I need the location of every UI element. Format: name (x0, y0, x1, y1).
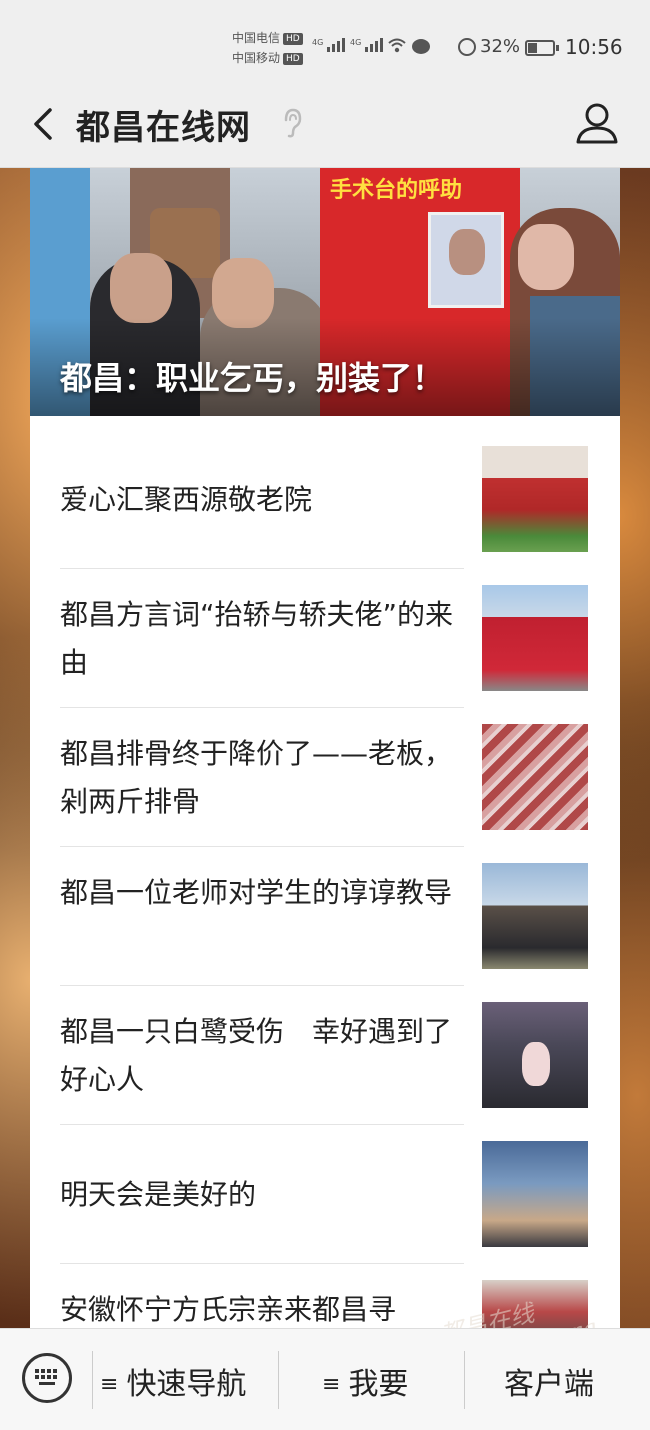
carrier-info: 中国电信 HD 中国移动 HD (232, 28, 303, 68)
nav-bar: 都昌在线网 (0, 80, 650, 168)
news-title: 都昌一位老师对学生的谆谆教导 (60, 876, 453, 909)
hero-banner[interactable]: 手术台的呼助 都昌：职业乞丐，别装了！ (30, 168, 620, 416)
news-thumbnail (482, 724, 588, 830)
divider (278, 1351, 279, 1409)
signal-icon: 4G (350, 38, 384, 52)
list-item[interactable]: 都昌方言词“抬轿与轿夫佬”的来由 (30, 569, 620, 708)
news-title: 爱心汇聚西源敬老院 (60, 483, 313, 516)
news-list: 爱心汇聚西源敬老院 都昌方言词“抬轿与轿夫佬”的来由 都昌排骨终于降价了——老板… (30, 430, 620, 1328)
hd-badge: HD (283, 53, 303, 65)
portrait-photo (428, 212, 504, 308)
client-button[interactable]: 客户端 (504, 1359, 594, 1403)
clock: 10:56 (565, 35, 623, 59)
signal-icon: 4G (312, 38, 346, 52)
want-label: 我要 (348, 1367, 409, 1402)
divider (92, 1351, 93, 1409)
ear-icon[interactable] (282, 108, 302, 138)
carrier-telecom: 中国电信 (232, 31, 281, 45)
want-button[interactable]: ≡ 我要 (322, 1359, 408, 1403)
client-label: 客户端 (504, 1367, 594, 1402)
news-title: 都昌排骨终于降价了——老板，剁两斤排骨 (60, 737, 453, 818)
divider (464, 1351, 465, 1409)
news-title: 都昌方言词“抬轿与轿夫佬”的来由 (60, 598, 454, 679)
carrier-mobile: 中国移动 (232, 51, 281, 65)
menu-icon: ≡ (322, 1372, 341, 1397)
list-item[interactable]: 都昌排骨终于降价了——老板，剁两斤排骨 (30, 708, 620, 847)
network-type: 4G (350, 38, 362, 47)
list-item[interactable]: 明天会是美好的 (30, 1125, 620, 1264)
chat-notification-icon (412, 39, 430, 54)
menu-icon: ≡ (100, 1372, 119, 1397)
wifi-icon (388, 38, 406, 53)
hd-badge: HD (283, 33, 303, 45)
list-item[interactable]: 爱心汇聚西源敬老院 (30, 430, 620, 569)
blurred-face (518, 224, 574, 290)
back-icon[interactable] (26, 104, 66, 144)
user-icon[interactable] (574, 100, 620, 146)
list-item[interactable]: 都昌一只白鹭受伤 幸好遇到了好心人 (30, 986, 620, 1125)
network-type: 4G (312, 38, 324, 47)
status-bar: 中国电信 HD 中国移动 HD 4G 4G 32% 10:56 (0, 0, 650, 80)
alarm-icon (458, 38, 476, 56)
banner-heading: 手术台的呼助 (330, 178, 463, 203)
keyboard-icon[interactable] (22, 1353, 72, 1403)
list-item[interactable]: 都昌一位老师对学生的谆谆教导 (30, 847, 620, 986)
quick-nav-button[interactable]: ≡ 快速导航 (100, 1359, 246, 1403)
news-title: 明天会是美好的 (60, 1178, 257, 1211)
content-card: 手术台的呼助 都昌：职业乞丐，别装了！ 爱心汇聚西源敬老院 都昌方言词“抬轿与轿… (30, 168, 620, 1328)
battery-percent: 32% (480, 36, 521, 57)
news-title: 安徽怀宁方氏宗亲来都昌寻 (60, 1293, 397, 1326)
news-thumbnail (482, 446, 588, 552)
news-thumbnail (482, 1002, 588, 1108)
news-thumbnail (482, 1141, 588, 1247)
hero-caption: 都昌：职业乞丐，别装了！ (60, 359, 445, 397)
blurred-face (110, 253, 172, 323)
news-thumbnail (482, 863, 588, 969)
bottom-toolbar: ≡ 快速导航 ≡ 我要 客户端 (0, 1328, 650, 1430)
quick-nav-label: 快速导航 (126, 1367, 247, 1402)
battery-icon (525, 40, 559, 56)
page-title: 都昌在线网 (76, 108, 251, 148)
news-thumbnail (482, 585, 588, 691)
news-title: 都昌一只白鹭受伤 幸好遇到了好心人 (60, 1015, 453, 1096)
